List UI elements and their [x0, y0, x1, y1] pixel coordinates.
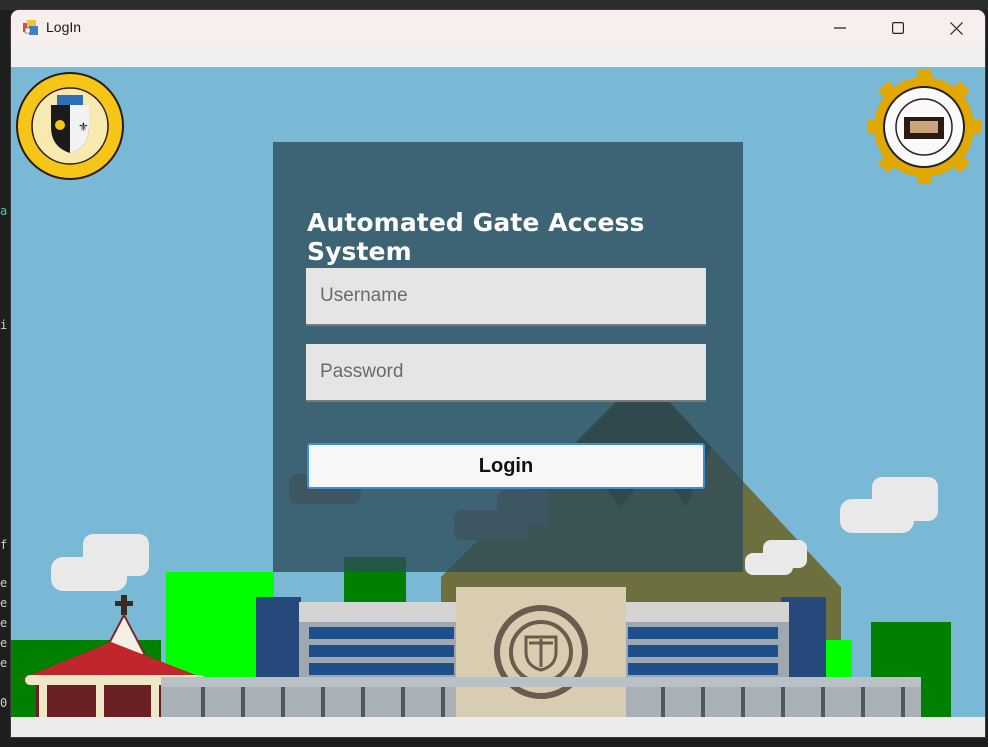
app-form-icon: [23, 20, 39, 36]
title-bar: LogIn: [11, 10, 985, 46]
username-input[interactable]: [306, 268, 706, 326]
close-button[interactable]: [927, 10, 985, 46]
svg-text:⚜: ⚜: [78, 120, 89, 134]
minimize-button[interactable]: [811, 10, 869, 46]
login-heading: Automated Gate Access System: [307, 208, 645, 266]
login-background: ⚜ Automated Gate Access System Username …: [11, 67, 985, 717]
menu-strip: [11, 46, 985, 67]
cloud: [840, 477, 938, 533]
window-title: LogIn: [46, 19, 82, 35]
cloud: [51, 534, 149, 591]
background-tabbar: [0, 0, 988, 10]
maximize-button[interactable]: [869, 10, 927, 46]
close-icon: [949, 21, 963, 35]
login-button[interactable]: Login: [307, 443, 705, 489]
building-ledge: [161, 677, 921, 687]
login-window: LogIn ⚜ Automated Gate Access System Use…: [11, 10, 985, 737]
password-input[interactable]: [306, 344, 706, 402]
green-block: [826, 640, 852, 680]
window-bottom-edge: [11, 717, 985, 737]
university-seal-logo: ⚜: [16, 72, 124, 180]
minimize-icon: [834, 27, 846, 29]
login-panel: Automated Gate Access System Login: [273, 142, 743, 572]
gear-seal-logo: [867, 70, 981, 184]
maximize-icon: [892, 22, 904, 34]
